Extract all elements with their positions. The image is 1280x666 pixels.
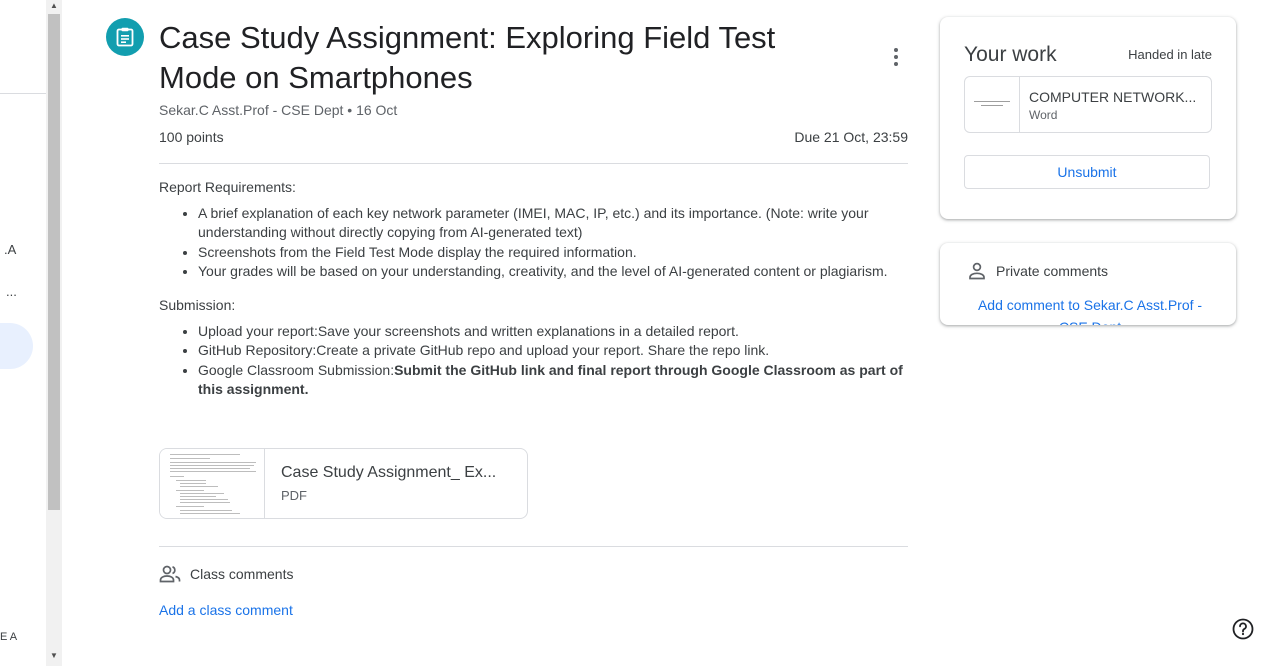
page-title: Case Study Assignment: Exploring Field T…	[159, 20, 776, 95]
file-name: COMPUTER NETWORK...	[1029, 89, 1197, 105]
attachment-title: Case Study Assignment_ Ex...	[281, 464, 497, 481]
file-type: Word	[1029, 108, 1058, 122]
list-item: A brief explanation of each key network …	[198, 204, 904, 243]
more-vert-icon	[894, 48, 898, 52]
your-work-title: Your work	[964, 43, 1057, 66]
comments-divider	[159, 546, 908, 547]
status-badge: Handed in late	[1128, 47, 1212, 62]
class-comments-label: Class comments	[190, 566, 294, 582]
report-requirements-list: A brief explanation of each key network …	[159, 204, 904, 282]
list-item: Upload your report:Save your screenshots…	[198, 322, 904, 342]
more-options-button[interactable]	[884, 44, 908, 70]
help-icon[interactable]	[1232, 618, 1254, 640]
add-private-comment-link[interactable]: Add comment to Sekar.C Asst.Prof - CSE D…	[970, 294, 1210, 325]
private-comments-label: Private comments	[996, 263, 1109, 279]
sidebar-item-fragment[interactable]: .A	[4, 242, 16, 257]
submission-heading: Submission:	[159, 296, 236, 313]
list-item-text: Google Classroom Submission:	[198, 361, 395, 378]
attachment-card[interactable]: Case Study Assignment_ Ex... PDF	[159, 448, 528, 519]
sidebar-selected-item[interactable]	[0, 323, 33, 369]
assignment-icon	[106, 18, 144, 56]
attachment-type: PDF	[281, 488, 307, 503]
submitted-file[interactable]: COMPUTER NETWORK... Word	[964, 76, 1212, 133]
person-icon	[969, 262, 985, 280]
class-comments-header: Class comments	[159, 565, 293, 583]
sidebar-divider	[0, 93, 46, 94]
scroll-down-arrow-icon[interactable]: ▼	[46, 650, 62, 662]
sidebar-item-fragment[interactable]: E A	[0, 631, 17, 643]
header-divider	[159, 163, 908, 164]
private-comments-card: Private comments Add comment to Sekar.C …	[940, 243, 1236, 325]
sidebar-scrollbar[interactable]: ▲ ▼	[46, 0, 62, 666]
scrollbar-thumb[interactable]	[48, 14, 60, 510]
assignment-byline: Sekar.C Asst.Prof - CSE Dept • 16 Oct	[159, 102, 398, 118]
list-item: GitHub Repository:Create a private GitHu…	[198, 341, 904, 361]
assignment-description: Report Requirements: A brief explanation…	[159, 178, 904, 414]
scroll-up-arrow-icon[interactable]: ▲	[46, 0, 62, 12]
sidebar-item-fragment[interactable]: ...	[6, 284, 17, 299]
add-class-comment-link[interactable]: Add a class comment	[159, 602, 293, 618]
attachment-thumbnail	[160, 449, 265, 518]
assignment-due-date: Due 21 Oct, 23:59	[794, 129, 908, 145]
submission-list: Upload your report:Save your screenshots…	[159, 322, 904, 400]
people-icon	[159, 565, 181, 583]
list-item: Your grades will be based on your unders…	[198, 262, 904, 282]
navigation-sidebar: .A ... E A	[0, 0, 46, 666]
your-work-card: Your work Handed in late COMPUTER NETWOR…	[940, 17, 1236, 219]
private-comments-header: Private comments	[968, 262, 1108, 280]
assignment-points: 100 points	[159, 129, 224, 145]
report-heading: Report Requirements:	[159, 179, 296, 195]
list-item: Google Classroom Submission:Submit the G…	[198, 361, 904, 400]
file-thumbnail	[965, 77, 1020, 132]
unsubmit-button[interactable]: Unsubmit	[964, 155, 1210, 189]
list-item: Screenshots from the Field Test Mode dis…	[198, 243, 904, 263]
